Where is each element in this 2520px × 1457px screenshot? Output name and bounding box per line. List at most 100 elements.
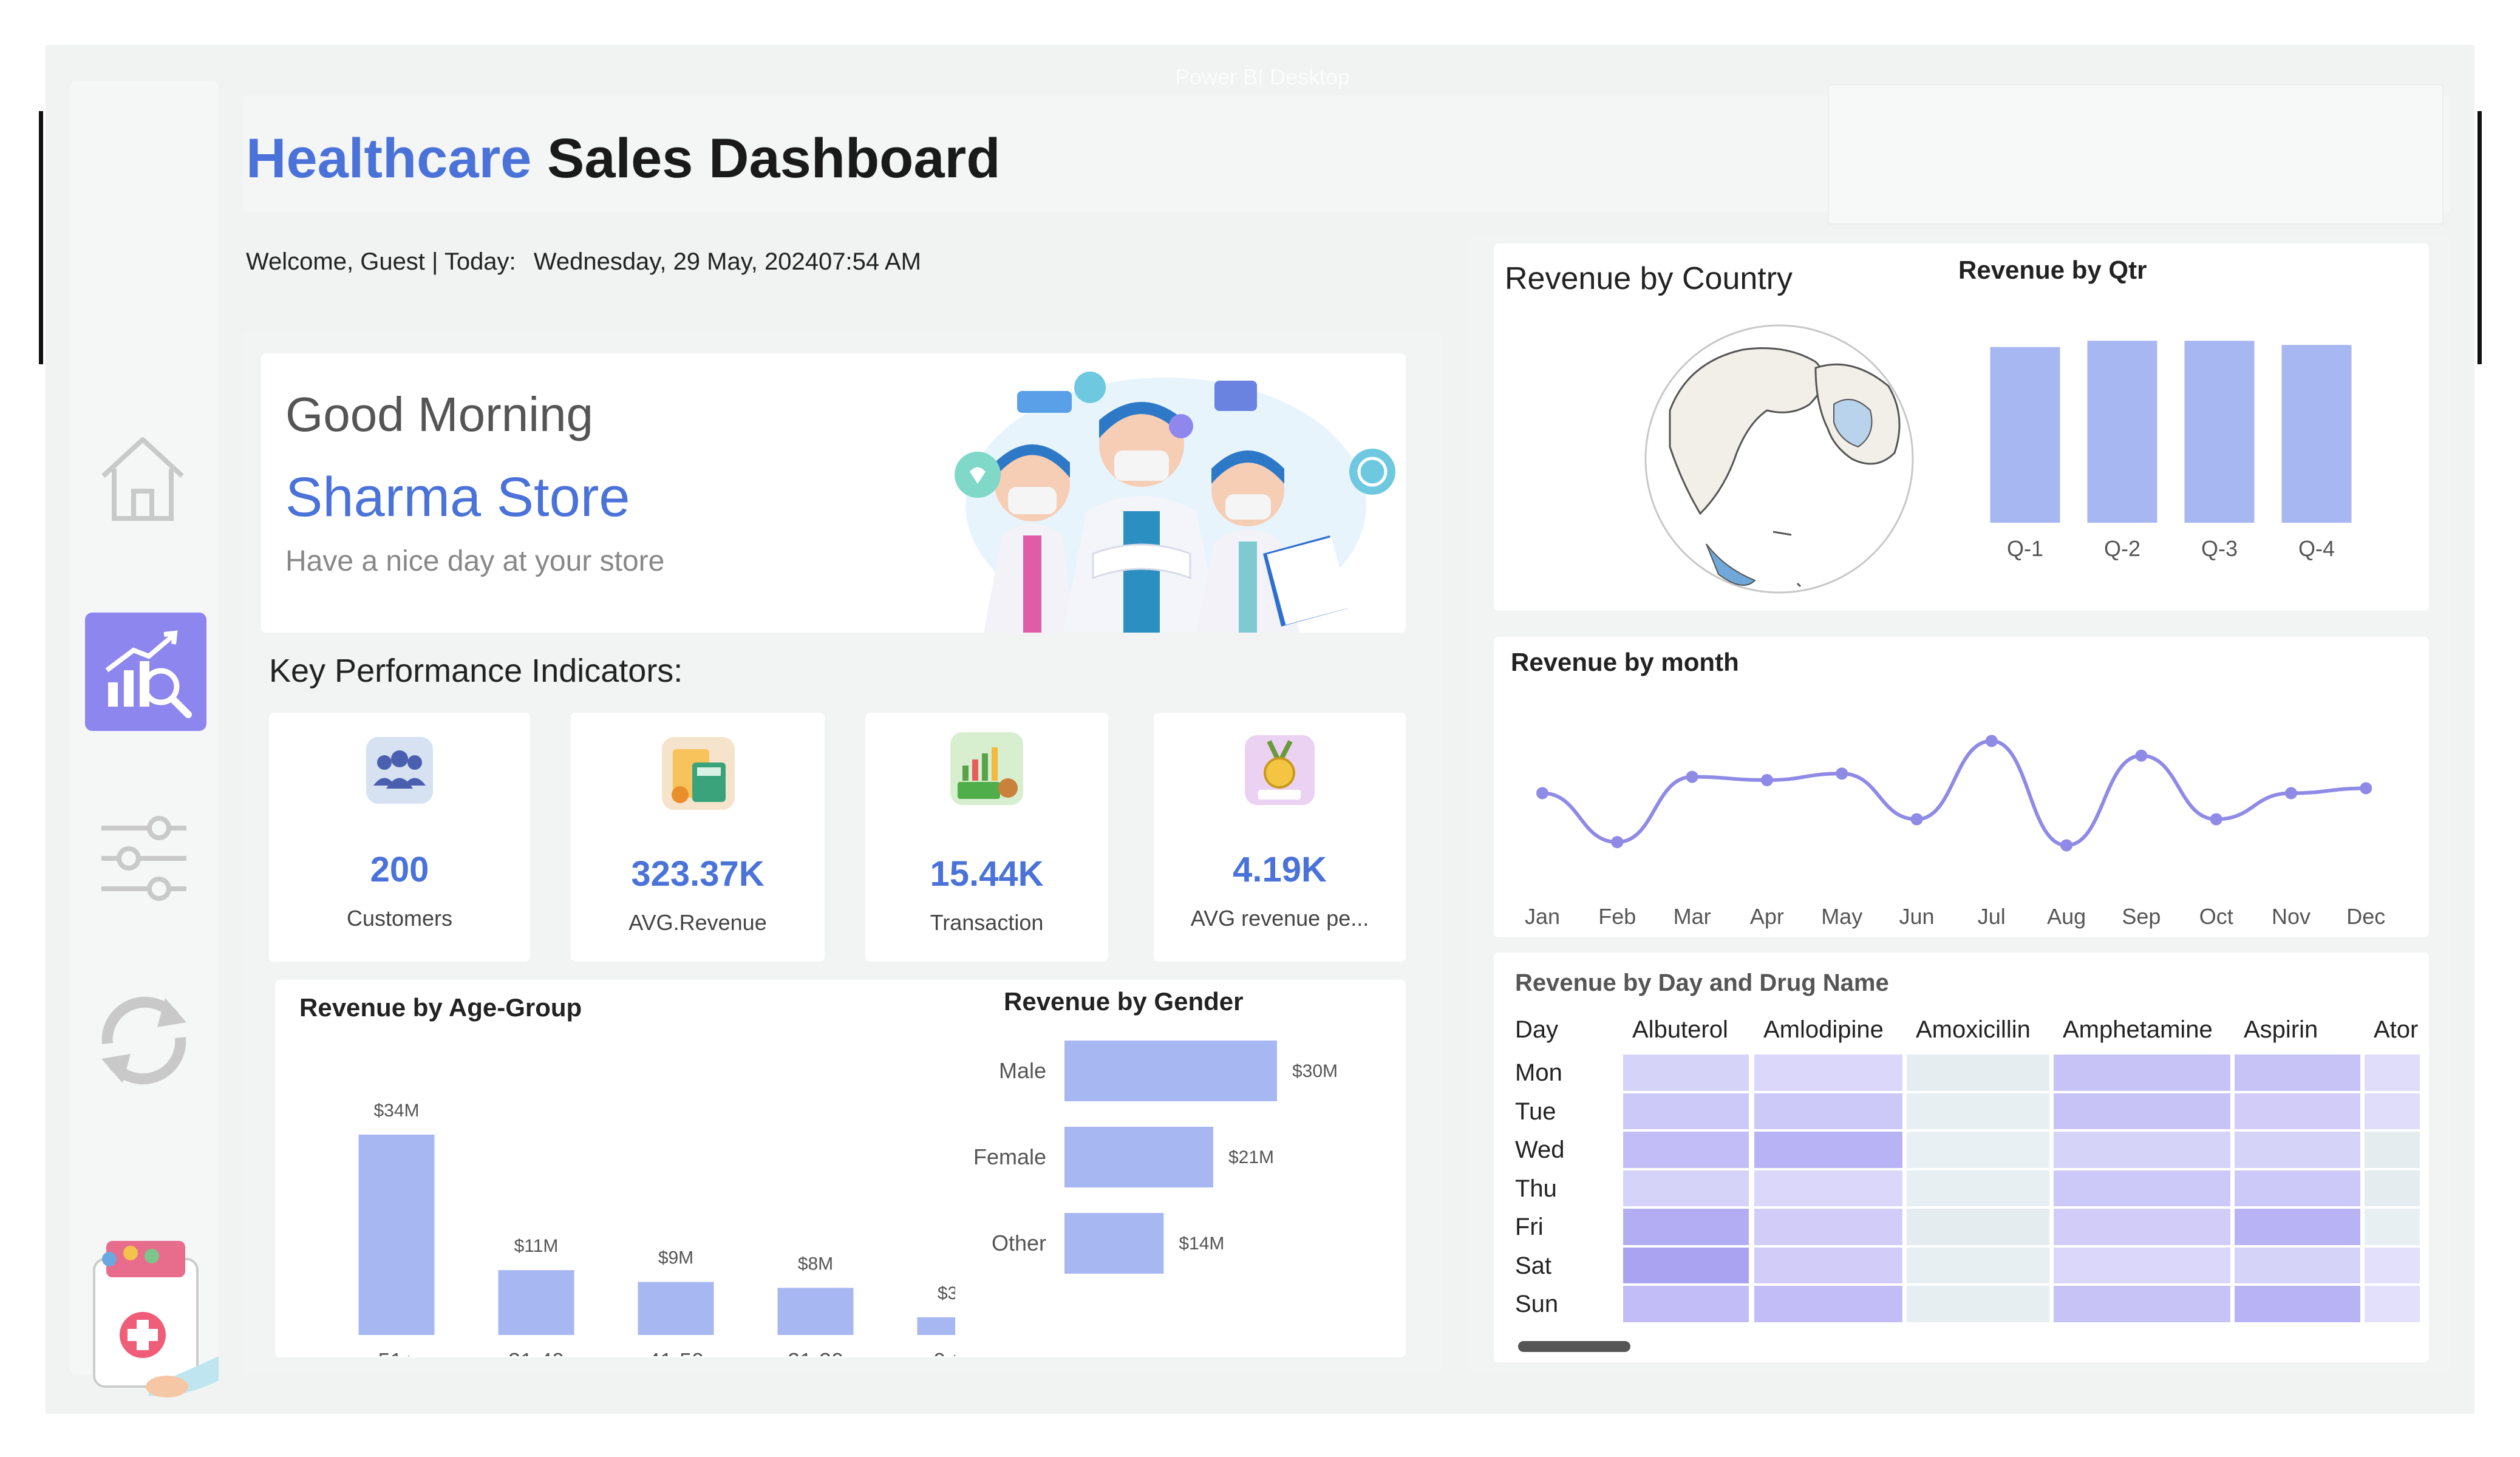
heatmap-cell[interactable] — [1754, 1132, 1902, 1168]
kpi-label: Transaction — [930, 910, 1044, 935]
heatmap-cell[interactable] — [2235, 1132, 2360, 1168]
heatmap-cell[interactable] — [1907, 1093, 2049, 1129]
month-axis-label: Feb — [1598, 904, 1636, 929]
heatmap-cell[interactable] — [1623, 1209, 1749, 1245]
country-qtr-card: Revenue by Country Revenue by Qtr Q-1 Q-2… — [1494, 243, 2429, 611]
heatmap-cell[interactable] — [1754, 1286, 1902, 1322]
heatmap-cell[interactable] — [1754, 1247, 1902, 1283]
heatmap-cell[interactable] — [2235, 1093, 2360, 1129]
heatmap-cell[interactable] — [1754, 1093, 1902, 1129]
heatmap-cell[interactable] — [1907, 1286, 2049, 1322]
month-axis-label: Mar — [1674, 904, 1711, 929]
heatmap-cell[interactable] — [2365, 1247, 2420, 1283]
qtr-chart-title: Revenue by Qtr — [1958, 256, 2147, 284]
heatmap-column-header[interactable]: Ator — [2374, 1016, 2418, 1044]
heatmap-scrollbar[interactable] — [1518, 1341, 1630, 1352]
age-bar-data-label: $11M — [514, 1236, 559, 1256]
map-title: Revenue by Country — [1505, 261, 1793, 296]
heatmap-cell[interactable] — [2054, 1093, 2230, 1129]
heatmap-cell[interactable] — [1623, 1055, 1749, 1091]
heatmap-cell[interactable] — [1623, 1247, 1749, 1283]
age-bar-data-label: $9M — [658, 1248, 693, 1268]
heatmap-cell[interactable] — [1623, 1093, 1749, 1129]
month-axis-label: Jan — [1525, 904, 1560, 929]
sliders-icon[interactable] — [95, 810, 192, 907]
month-axis-label: Jul — [1978, 904, 2006, 929]
month-axis-label: Dec — [2346, 904, 2385, 929]
kpi-label: AVG revenue pe... — [1190, 906, 1369, 931]
heatmap-cell[interactable] — [1907, 1247, 2049, 1283]
qtr-bar — [2087, 341, 2157, 523]
doctors-illustration — [955, 372, 1395, 633]
age-axis-label: 21-30 — [788, 1348, 843, 1356]
heatmap-cell[interactable] — [1907, 1209, 2049, 1245]
heatmap-cell[interactable] — [2365, 1093, 2420, 1129]
heatmap-cell[interactable] — [2365, 1286, 2420, 1322]
heatmap-column-header[interactable]: Amlodipine — [1763, 1016, 1884, 1044]
gender-chart: Male $30M Female $21M Other $14M — [973, 1041, 1338, 1274]
heatmap-cell[interactable] — [2054, 1247, 2230, 1283]
month-axis-label: May — [1821, 904, 1862, 929]
heatmap-row-label: Sat — [1515, 1252, 1552, 1279]
heatmap-cell[interactable] — [1623, 1170, 1749, 1206]
kpi-value: 323.37K — [631, 854, 765, 894]
heatmap-cell[interactable] — [1754, 1055, 1902, 1091]
heatmap-cell[interactable] — [2054, 1209, 2230, 1245]
heatmap-column-header[interactable]: Aspirin — [2244, 1016, 2318, 1044]
heatmap-cell[interactable] — [2235, 1286, 2360, 1322]
gender-bar-data-label: $14M — [1179, 1234, 1224, 1254]
heatmap-cell[interactable] — [1623, 1132, 1749, 1168]
qtr-axis-label: Q-2 — [2104, 536, 2140, 561]
heatmap-cell[interactable] — [1623, 1286, 1749, 1322]
nav-analytics-button[interactable] — [85, 613, 206, 731]
heatmap-cell[interactable] — [1754, 1209, 1902, 1245]
month-point — [2285, 787, 2297, 800]
window-edge-right — [2477, 111, 2482, 364]
page-title-accent: Healthcare — [246, 127, 532, 189]
month-point — [1760, 774, 1773, 786]
heatmap-cell[interactable] — [2365, 1132, 2420, 1168]
welcome-datetime: Wednesday, 29 May, 202407:54 AM — [533, 248, 921, 275]
heatmap-cell[interactable] — [2235, 1055, 2360, 1091]
sidebar — [70, 81, 219, 1398]
month-chart-title: Revenue by month — [1511, 648, 1739, 676]
month-point — [1836, 767, 1848, 780]
window-title: Power BI Desktop — [1175, 64, 1350, 89]
heatmap-cell[interactable] — [1907, 1170, 2049, 1206]
heatmap-cell[interactable] — [2365, 1170, 2420, 1206]
heatmap-cell[interactable] — [1907, 1055, 2049, 1091]
kpi-card-avg-revenue-per: 4.19K AVG revenue pe... — [1154, 713, 1406, 962]
heatmap-cell[interactable] — [2235, 1247, 2360, 1283]
month-axis-label: Oct — [2199, 904, 2233, 929]
heatmap-cell[interactable] — [2054, 1132, 2230, 1168]
age-bar — [917, 1317, 955, 1335]
kpi-value: 15.44K — [930, 854, 1044, 894]
heatmap-cell[interactable] — [2365, 1209, 2420, 1245]
heatmap-cell[interactable] — [1754, 1170, 1902, 1206]
age-axis-label: 41-50 — [648, 1348, 704, 1356]
heatmap-cell[interactable] — [2235, 1170, 2360, 1206]
heatmap-cell[interactable] — [1907, 1132, 2049, 1168]
globe-map — [1644, 324, 1914, 594]
heatmap-cell[interactable] — [2054, 1055, 2230, 1091]
heatmap-row-label: Wed — [1515, 1136, 1565, 1163]
gender-axis-label: Other — [992, 1231, 1046, 1255]
heatmap-cell[interactable] — [2054, 1286, 2230, 1322]
report-canvas: Power BI Desktop Healthcare Sales Dashbo… — [46, 45, 2474, 1414]
heatmap-column-header[interactable]: Amoxicillin — [1916, 1016, 2031, 1044]
window-edge-left — [39, 111, 43, 364]
demographics-chart-card: Revenue by Age-Group $34M51+$11M31-40$9M… — [275, 980, 1406, 1357]
age-bar-data-label: $3M — [938, 1283, 955, 1303]
gender-bar-data-label: $21M — [1228, 1147, 1274, 1167]
heatmap-cell[interactable] — [2365, 1055, 2420, 1091]
gender-bar — [1064, 1127, 1213, 1187]
heatmap-cell[interactable] — [2235, 1209, 2360, 1245]
heatmap-cell[interactable] — [2054, 1170, 2230, 1206]
month-point — [1611, 836, 1624, 849]
home-icon[interactable] — [91, 427, 194, 531]
kpi-card-transaction: 15.44K Transaction — [865, 713, 1108, 962]
refresh-icon[interactable] — [89, 986, 199, 1095]
heatmap-corner-label: Day — [1515, 1016, 1559, 1043]
heatmap-column-header[interactable]: Amphetamine — [2063, 1016, 2213, 1044]
heatmap-column-header[interactable]: Albuterol — [1632, 1016, 1728, 1044]
